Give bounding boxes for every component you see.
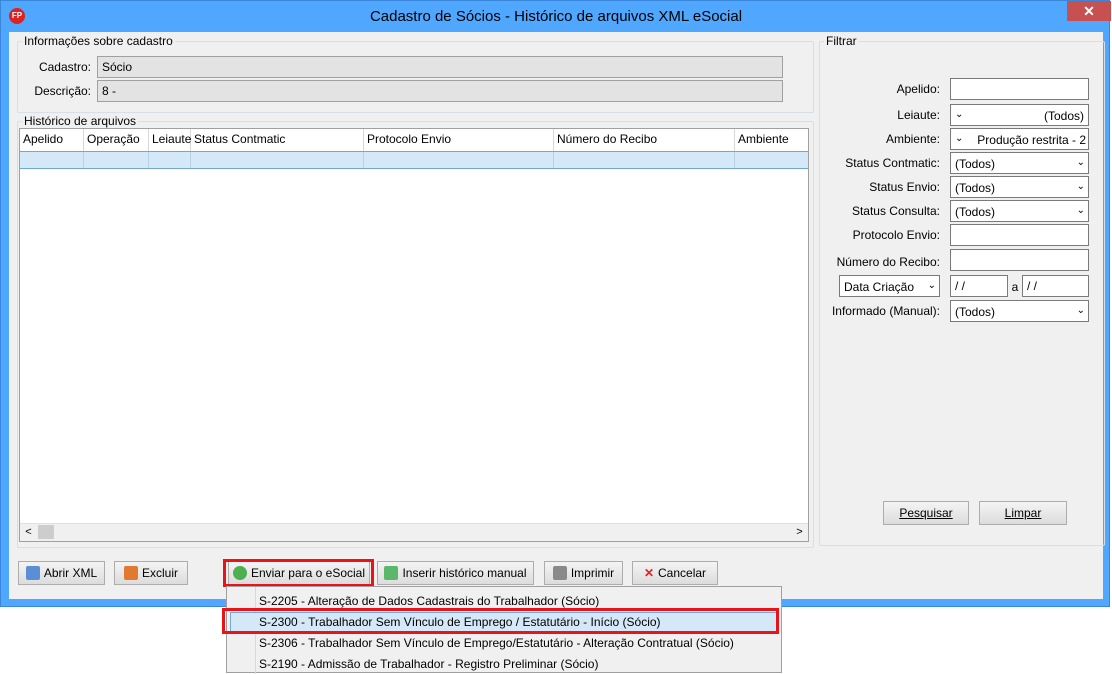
scroll-thumb[interactable] xyxy=(38,525,54,539)
chevron-down-icon: ⌄ xyxy=(955,133,964,144)
col-header-status-contmatic[interactable]: Status Contmatic xyxy=(191,129,364,151)
xml-file-icon xyxy=(25,566,40,580)
cancelar-button[interactable]: ✕ Cancelar xyxy=(632,561,718,585)
status-contmatic-value: (Todos) xyxy=(955,157,996,171)
pesquisar-button[interactable]: Pesquisar xyxy=(883,501,969,525)
excluir-label: Excluir xyxy=(141,566,178,580)
col-header-protocolo[interactable]: Protocolo Envio xyxy=(364,129,554,151)
table-cell xyxy=(20,152,84,168)
status-contmatic-select[interactable]: (Todos) ⌄ xyxy=(950,152,1089,174)
table-cell xyxy=(84,152,149,168)
ambiente-select[interactable]: ⌄ Produção restrita - 2 xyxy=(950,128,1089,150)
status-consulta-value: (Todos) xyxy=(955,205,996,219)
highlight-s2300 xyxy=(222,608,779,634)
informado-label: Informado (Manual): xyxy=(831,304,940,318)
protocolo-label: Protocolo Envio: xyxy=(852,228,940,242)
table-cell xyxy=(554,152,735,168)
table-row[interactable] xyxy=(20,151,808,169)
apelido-label: Apelido: xyxy=(896,82,940,96)
col-header-recibo[interactable]: Número do Recibo xyxy=(554,129,735,151)
date-from-input[interactable]: / / xyxy=(950,275,1008,297)
abrir-xml-label: Abrir XML xyxy=(43,566,98,580)
excluir-button[interactable]: Excluir xyxy=(114,561,188,585)
history-grid[interactable]: Apelido Operação Leiaute Status Contmati… xyxy=(19,128,809,542)
leiaute-value: (Todos) xyxy=(1043,109,1084,123)
chevron-down-icon: ⌄ xyxy=(1076,205,1085,216)
status-envio-select[interactable]: (Todos) ⌄ xyxy=(950,176,1089,198)
cancel-x-icon: ✕ xyxy=(643,566,655,580)
chevron-down-icon: ⌄ xyxy=(927,280,936,291)
data-type-value: Data Criação xyxy=(844,280,915,294)
chevron-down-icon: ⌄ xyxy=(1076,157,1085,168)
limpar-button[interactable]: Limpar xyxy=(979,501,1067,525)
horizontal-scrollbar[interactable]: < > xyxy=(20,523,808,541)
col-header-leiaute[interactable]: Leiaute xyxy=(149,129,191,151)
menu-item-s2306[interactable]: S-2306 - Trabalhador Sem Vínculo de Empr… xyxy=(259,633,734,653)
filter-legend: Filtrar xyxy=(826,34,857,48)
ambiente-label: Ambiente: xyxy=(885,132,940,146)
chevron-down-icon: ⌄ xyxy=(955,109,964,120)
col-header-apelido[interactable]: Apelido xyxy=(20,129,84,151)
close-button[interactable]: ✕ xyxy=(1067,1,1111,21)
cadastro-label: Cadastro: xyxy=(38,60,91,74)
leiaute-label: Leiaute: xyxy=(897,108,940,122)
chevron-down-icon: ⌄ xyxy=(1076,181,1085,192)
highlight-enviar xyxy=(223,559,374,587)
informado-select[interactable]: (Todos) ⌄ xyxy=(950,300,1089,322)
delete-file-icon xyxy=(123,566,138,580)
imprimir-button[interactable]: Imprimir xyxy=(544,561,623,585)
col-header-ambiente[interactable]: Ambiente xyxy=(735,129,808,151)
status-envio-label: Status Envio: xyxy=(869,180,940,194)
status-contmatic-label: Status Contmatic: xyxy=(845,156,940,170)
add-file-icon xyxy=(384,566,399,580)
imprimir-label: Imprimir xyxy=(570,566,615,580)
recibo-input[interactable] xyxy=(950,249,1089,271)
date-to-input[interactable]: / / xyxy=(1022,275,1089,297)
printer-icon xyxy=(552,566,567,580)
inserir-label: Inserir histórico manual xyxy=(402,566,527,580)
recibo-label: Número do Recibo: xyxy=(836,255,940,269)
table-cell xyxy=(191,152,364,168)
window-title: Cadastro de Sócios - Histórico de arquiv… xyxy=(369,8,743,25)
descricao-field: 8 - xyxy=(97,80,783,102)
inserir-historico-button[interactable]: Inserir histórico manual xyxy=(377,561,534,585)
chevron-down-icon: ⌄ xyxy=(1076,305,1085,316)
title-bar[interactable]: FP Cadastro de Sócios - Histórico de arq… xyxy=(1,1,1111,32)
ambiente-value: Produção restrita - 2 xyxy=(977,133,1086,147)
status-envio-value: (Todos) xyxy=(955,181,996,195)
col-header-operacao[interactable]: Operação xyxy=(84,129,149,151)
table-cell xyxy=(149,152,191,168)
menu-item-s2190[interactable]: S-2190 - Admissão de Trabalhador - Regis… xyxy=(259,654,598,674)
limpar-label: Limpar xyxy=(1004,506,1042,520)
protocolo-input[interactable] xyxy=(950,224,1089,246)
pesquisar-label: Pesquisar xyxy=(899,506,953,520)
status-consulta-select[interactable]: (Todos) ⌄ xyxy=(950,200,1089,222)
cadastro-field: Sócio xyxy=(97,56,783,78)
info-legend: Informações sobre cadastro xyxy=(24,34,173,48)
status-consulta-label: Status Consulta: xyxy=(851,204,940,218)
history-legend: Histórico de arquivos xyxy=(24,114,137,128)
scroll-right-arrow-icon[interactable]: > xyxy=(791,524,808,540)
table-cell xyxy=(364,152,554,168)
abrir-xml-button[interactable]: Abrir XML xyxy=(18,561,105,585)
scroll-left-arrow-icon[interactable]: < xyxy=(20,524,37,540)
data-type-select[interactable]: Data Criação ⌄ xyxy=(839,275,940,297)
cancelar-label: Cancelar xyxy=(658,566,707,580)
descricao-label: Descrição: xyxy=(34,84,91,98)
apelido-input[interactable] xyxy=(950,78,1089,100)
leiaute-select[interactable]: ⌄ (Todos) xyxy=(950,104,1089,126)
informado-value: (Todos) xyxy=(955,305,996,319)
date-separator: a xyxy=(1011,280,1019,294)
